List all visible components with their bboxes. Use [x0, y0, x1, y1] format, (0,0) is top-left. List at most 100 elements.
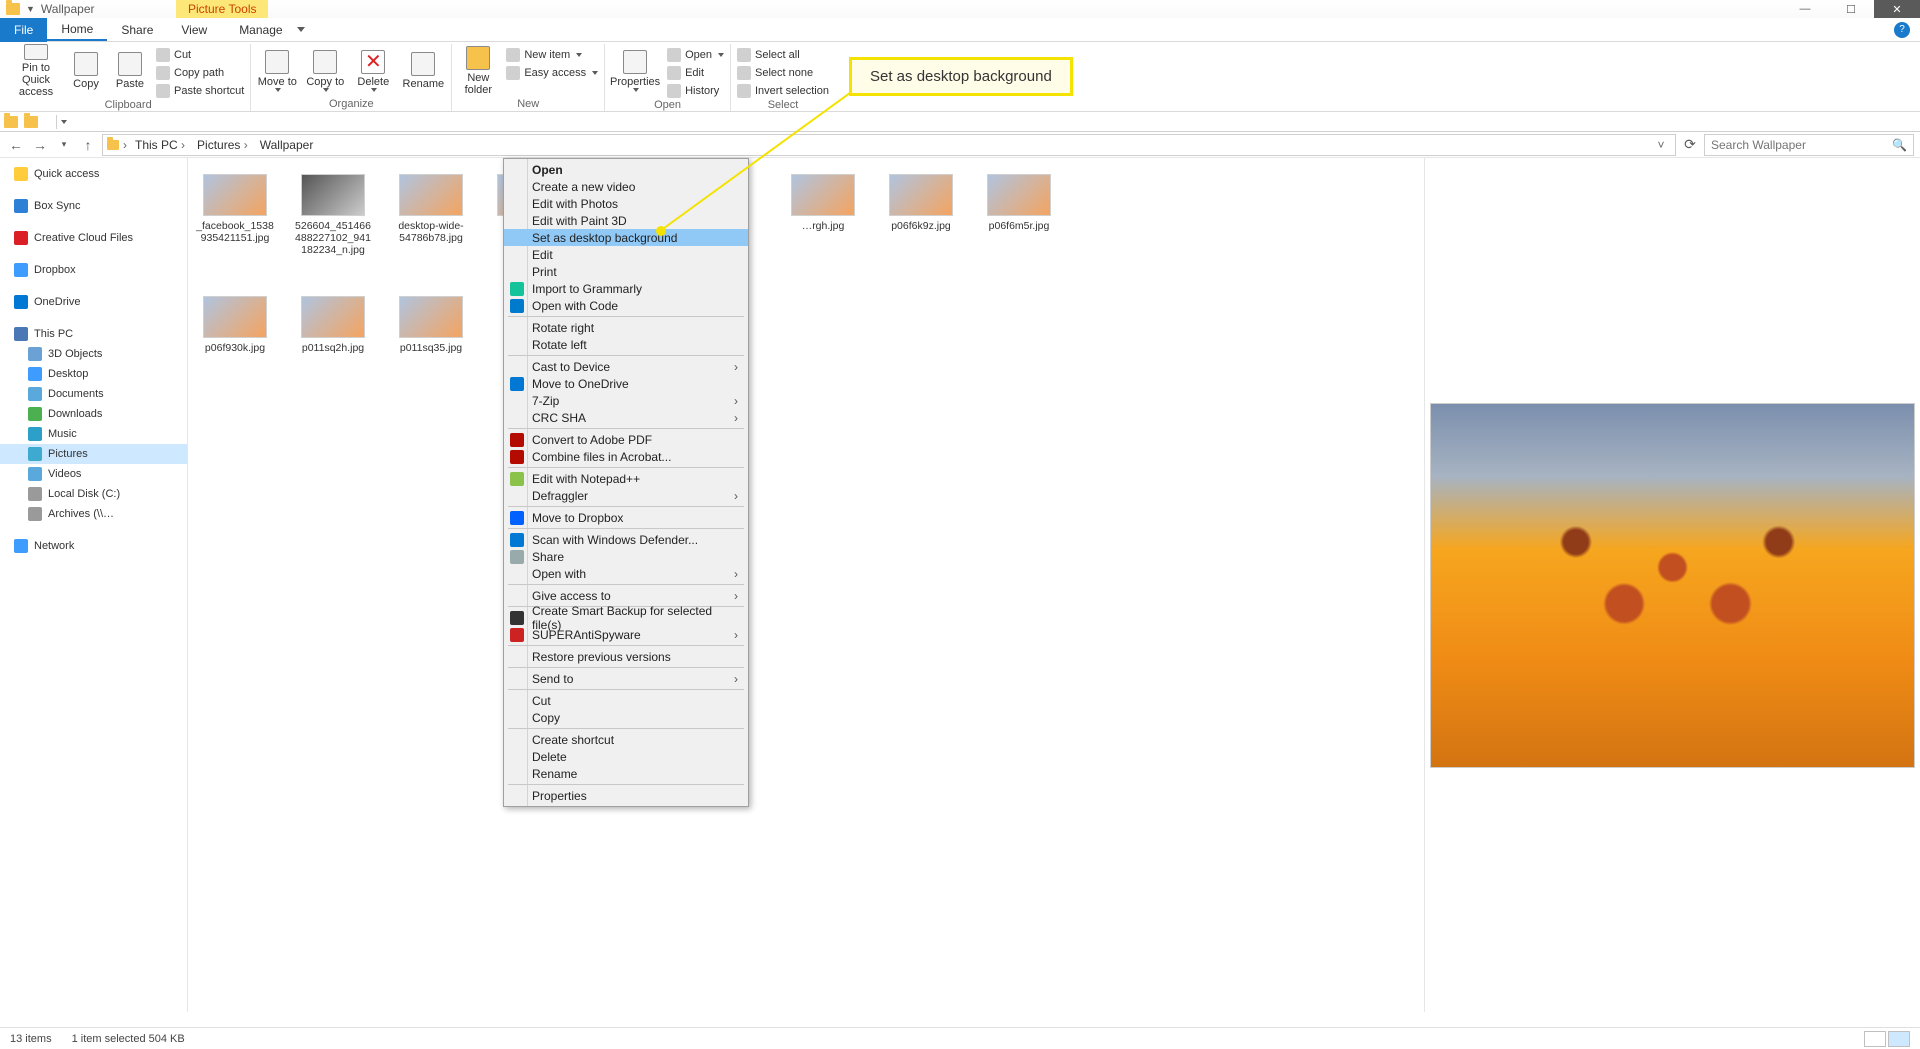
- caret-icon[interactable]: [61, 120, 67, 124]
- file-item[interactable]: …rgh.jpg: [784, 174, 862, 256]
- new-item-button[interactable]: New item: [506, 46, 598, 63]
- cm-create-shortcut[interactable]: Create shortcut: [504, 731, 748, 748]
- cm-delete[interactable]: Delete: [504, 748, 748, 765]
- up-button[interactable]: ↑: [78, 135, 98, 155]
- forward-button[interactable]: →: [30, 135, 50, 155]
- breadcrumb-pictures[interactable]: Pictures: [193, 138, 252, 152]
- cm-properties[interactable]: Properties: [504, 787, 748, 804]
- pin-quick-access-button[interactable]: Pin to Quick access: [12, 44, 60, 98]
- cm-rename[interactable]: Rename: [504, 765, 748, 782]
- cm-import-grammarly[interactable]: Import to Grammarly: [504, 280, 748, 297]
- cm-cast-to-device[interactable]: Cast to Device: [504, 358, 748, 375]
- recent-dropdown[interactable]: ▾: [54, 135, 74, 155]
- nav-music[interactable]: Music: [0, 424, 187, 444]
- nav-documents[interactable]: Documents: [0, 384, 187, 404]
- cm-cut[interactable]: Cut: [504, 692, 748, 709]
- maximize-button[interactable]: ☐: [1828, 0, 1874, 18]
- nav-box-sync[interactable]: Box Sync: [0, 196, 187, 216]
- nav-this-pc[interactable]: This PC: [0, 324, 187, 344]
- cm-move-dropbox[interactable]: Move to Dropbox: [504, 509, 748, 526]
- address-bar[interactable]: › This PC Pictures Wallpaper ˅: [102, 134, 1676, 156]
- cm-print[interactable]: Print: [504, 263, 748, 280]
- cm-edit[interactable]: Edit: [504, 246, 748, 263]
- ribbon-collapse-caret-icon[interactable]: [297, 27, 305, 32]
- search-box[interactable]: 🔍: [1704, 134, 1914, 156]
- cm-scan-defender[interactable]: Scan with Windows Defender...: [504, 531, 748, 548]
- nav-quick-access[interactable]: Quick access: [0, 164, 187, 184]
- cm-smart-backup[interactable]: Create Smart Backup for selected file(s): [504, 609, 748, 626]
- close-button[interactable]: ✕: [1874, 0, 1920, 18]
- nav-onedrive[interactable]: OneDrive: [0, 292, 187, 312]
- nav-archives[interactable]: Archives (\\…: [0, 504, 187, 524]
- file-item[interactable]: desktop-wide-54786b78.jpg: [392, 174, 470, 256]
- cm-convert-pdf[interactable]: Convert to Adobe PDF: [504, 431, 748, 448]
- easy-access-button[interactable]: Easy access: [506, 64, 598, 81]
- paste-button[interactable]: Paste: [112, 44, 148, 98]
- open-button[interactable]: Open: [667, 46, 724, 63]
- cm-rotate-right[interactable]: Rotate right: [504, 319, 748, 336]
- rename-button[interactable]: Rename: [401, 44, 445, 98]
- cm-rotate-left[interactable]: Rotate left: [504, 336, 748, 353]
- file-item[interactable]: p011sq2h.jpg: [294, 296, 372, 374]
- file-item[interactable]: p06f6k9z.jpg: [882, 174, 960, 256]
- file-item[interactable]: p06f930k.jpg: [196, 296, 274, 374]
- nav-dropbox[interactable]: Dropbox: [0, 260, 187, 280]
- cm-edit-photos[interactable]: Edit with Photos: [504, 195, 748, 212]
- delete-button[interactable]: ✕Delete: [353, 44, 393, 98]
- copy-to-button[interactable]: Copy to: [305, 44, 345, 98]
- minimize-button[interactable]: —: [1782, 0, 1828, 18]
- paste-shortcut-button[interactable]: Paste shortcut: [156, 82, 244, 99]
- file-item[interactable]: p011sq35.jpg: [392, 296, 470, 374]
- back-button[interactable]: ←: [6, 135, 26, 155]
- address-dropdown[interactable]: ˅: [1651, 138, 1671, 152]
- cut-button[interactable]: Cut: [156, 46, 244, 63]
- nav-creative-cloud[interactable]: Creative Cloud Files: [0, 228, 187, 248]
- cm-open[interactable]: Open: [504, 161, 748, 178]
- copy-button[interactable]: Copy: [68, 44, 104, 98]
- select-none-button[interactable]: Select none: [737, 64, 829, 81]
- picture-tools-tab[interactable]: Picture Tools: [176, 0, 268, 18]
- breadcrumb-this-pc[interactable]: This PC: [131, 138, 189, 152]
- refresh-button[interactable]: ⟳: [1680, 135, 1700, 155]
- cm-open-code[interactable]: Open with Code: [504, 297, 748, 314]
- manage-tab[interactable]: Manage: [225, 18, 296, 41]
- cm-copy[interactable]: Copy: [504, 709, 748, 726]
- share-tab[interactable]: Share: [107, 18, 167, 41]
- cm-restore-versions[interactable]: Restore previous versions: [504, 648, 748, 665]
- help-icon[interactable]: ?: [1894, 22, 1910, 38]
- nav-local-disk[interactable]: Local Disk (C:): [0, 484, 187, 504]
- nav-pictures[interactable]: Pictures: [0, 444, 187, 464]
- file-item[interactable]: p06f6m5r.jpg: [980, 174, 1058, 256]
- cm-combine-acrobat[interactable]: Combine files in Acrobat...: [504, 448, 748, 465]
- file-tab[interactable]: File: [0, 18, 47, 42]
- new-folder-button[interactable]: New folder: [458, 44, 498, 98]
- file-item[interactable]: 526604_451466488227102_941182234_n.jpg: [294, 174, 372, 256]
- cm-send-to[interactable]: Send to: [504, 670, 748, 687]
- home-tab[interactable]: Home: [47, 18, 107, 41]
- down-caret-icon[interactable]: ▼: [26, 4, 35, 14]
- search-input[interactable]: [1711, 138, 1907, 152]
- breadcrumb-wallpaper[interactable]: Wallpaper: [256, 138, 318, 152]
- cm-set-desktop-background[interactable]: Set as desktop background: [504, 229, 748, 246]
- cm-superanti[interactable]: SUPERAntiSpyware: [504, 626, 748, 643]
- nav-downloads[interactable]: Downloads: [0, 404, 187, 424]
- nav-desktop[interactable]: Desktop: [0, 364, 187, 384]
- cm-open-with[interactable]: Open with: [504, 565, 748, 582]
- cm-7zip[interactable]: 7-Zip: [504, 392, 748, 409]
- content-area[interactable]: _facebook_1538935421151.jpg 526604_45146…: [188, 158, 1424, 1012]
- properties-button[interactable]: Properties: [611, 44, 659, 98]
- copy-path-button[interactable]: Copy path: [156, 64, 244, 81]
- select-all-button[interactable]: Select all: [737, 46, 829, 63]
- thumbnails-view-button[interactable]: [1888, 1031, 1910, 1047]
- cm-edit-paint3d[interactable]: Edit with Paint 3D: [504, 212, 748, 229]
- history-button[interactable]: History: [667, 82, 724, 99]
- edit-button[interactable]: Edit: [667, 64, 724, 81]
- file-item[interactable]: _facebook_1538935421151.jpg: [196, 174, 274, 256]
- nav-videos[interactable]: Videos: [0, 464, 187, 484]
- cm-edit-notepad[interactable]: Edit with Notepad++: [504, 470, 748, 487]
- nav-3d-objects[interactable]: 3D Objects: [0, 344, 187, 364]
- view-tab[interactable]: View: [167, 18, 221, 41]
- cm-defraggler[interactable]: Defraggler: [504, 487, 748, 504]
- move-to-button[interactable]: Move to: [257, 44, 297, 98]
- nav-network[interactable]: Network: [0, 536, 187, 556]
